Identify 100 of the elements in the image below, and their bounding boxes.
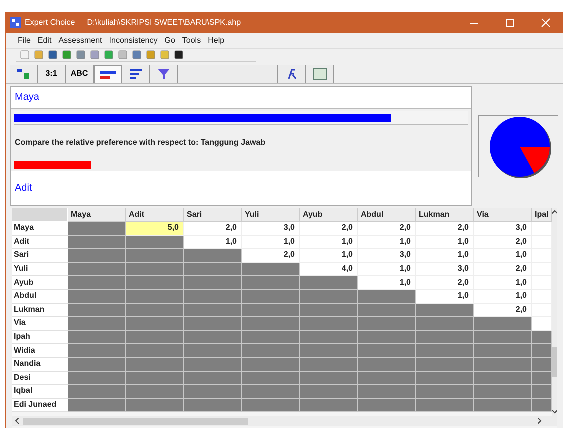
disabled-cell xyxy=(184,249,242,263)
menu-item[interactable]: Assessment xyxy=(58,34,102,46)
tab[interactable]: 3:1 xyxy=(38,65,66,83)
disabled-cell xyxy=(416,372,474,386)
table-cell[interactable]: 4,0 xyxy=(300,262,358,276)
table-cell[interactable]: 2,0 xyxy=(300,222,358,236)
scroll-up-icon[interactable] xyxy=(552,210,557,214)
disabled-cell xyxy=(68,317,126,331)
disabled-cell xyxy=(184,317,242,331)
disabled-cell xyxy=(358,344,416,358)
disabled-cell xyxy=(358,372,416,386)
row-header: Via xyxy=(12,317,68,331)
disabled-cell xyxy=(532,398,552,412)
tab[interactable]: ABC xyxy=(66,65,94,83)
table-cell[interactable]: 1,0 xyxy=(358,276,416,290)
table-cell[interactable]: 1,0 xyxy=(474,276,532,290)
table-cell[interactable]: 2,0 xyxy=(416,276,474,290)
table-cell[interactable]: 3,0 xyxy=(474,222,532,236)
vertical-scrollbar[interactable] xyxy=(552,208,557,416)
maximize-icon[interactable] xyxy=(505,18,515,28)
close-icon[interactable] xyxy=(541,18,551,28)
disabled-cell xyxy=(474,398,532,412)
column-header: Ipal xyxy=(532,208,552,222)
app-icon xyxy=(10,17,21,28)
window-title: D:\kuliah\SKRIPSI SWEET\BARU\SPK.ahp xyxy=(87,16,242,28)
row-header: Iqbal xyxy=(12,385,68,399)
disabled-cell xyxy=(474,385,532,399)
disabled-cell xyxy=(126,236,184,250)
table-cell[interactable]: 2,0 xyxy=(474,304,532,318)
scroll-right-icon[interactable] xyxy=(538,418,542,424)
tab[interactable] xyxy=(306,65,334,83)
tab[interactable] xyxy=(10,65,38,83)
disabled-cell xyxy=(68,344,126,358)
tab[interactable] xyxy=(150,65,178,83)
top-item-name: Maya xyxy=(15,91,40,105)
disabled-cell xyxy=(184,262,242,276)
funnel-icon xyxy=(158,69,170,79)
table-cell[interactable]: 1,0 xyxy=(358,262,416,276)
disabled-cell xyxy=(300,290,358,304)
table-cell[interactable]: 1,0 xyxy=(474,290,532,304)
table-cell[interactable]: 5,0 xyxy=(126,222,184,236)
menu-item[interactable]: Go xyxy=(164,34,176,46)
disabled-cell xyxy=(474,358,532,372)
disabled-cell xyxy=(416,385,474,399)
disabled-cell xyxy=(242,290,300,304)
disabled-cell xyxy=(358,385,416,399)
disabled-cell xyxy=(126,290,184,304)
table-cell[interactable]: 1,0 xyxy=(358,236,416,250)
menu-item[interactable]: Help xyxy=(208,34,225,46)
disabled-cell xyxy=(126,304,184,318)
table-cell[interactable]: 3,0 xyxy=(416,262,474,276)
disabled-cell xyxy=(242,304,300,318)
table-cell[interactable]: 1,0 xyxy=(300,249,358,263)
scroll-thumb[interactable] xyxy=(23,418,248,424)
disabled-cell xyxy=(474,372,532,386)
tab[interactable] xyxy=(94,65,122,83)
menu-item[interactable]: Edit xyxy=(38,34,52,46)
disabled-cell xyxy=(184,276,242,290)
scroll-left-icon[interactable] xyxy=(15,418,19,424)
table-cell[interactable]: 2,0 xyxy=(474,236,532,250)
disabled-cell xyxy=(68,222,126,236)
disabled-cell xyxy=(300,330,358,344)
scroll-thumb[interactable] xyxy=(552,347,557,377)
row-header: Widia xyxy=(12,344,68,358)
tab[interactable] xyxy=(278,65,306,83)
disabled-cell xyxy=(68,358,126,372)
table-cell[interactable]: 2,0 xyxy=(474,262,532,276)
table-cell[interactable]: 2,0 xyxy=(242,249,300,263)
table-cell[interactable]: 3,0 xyxy=(358,249,416,263)
menu-item[interactable]: Inconsistency xyxy=(109,34,158,46)
disabled-cell xyxy=(126,317,184,331)
disabled-cell xyxy=(358,358,416,372)
table-cell[interactable]: 1,0 xyxy=(242,236,300,250)
menu-item[interactable]: File xyxy=(18,34,31,46)
corner-header xyxy=(12,208,68,222)
tab[interactable] xyxy=(122,65,150,83)
table-cell[interactable]: 3,0 xyxy=(242,222,300,236)
disabled-cell xyxy=(300,344,358,358)
disabled-cell xyxy=(68,372,126,386)
table-cell[interactable]: 1,0 xyxy=(416,236,474,250)
column-header: Yuli xyxy=(242,208,300,222)
table-cell[interactable]: 1,0 xyxy=(416,290,474,304)
disabled-cell xyxy=(242,262,300,276)
table-cell[interactable]: 1,0 xyxy=(184,236,242,250)
table-cell[interactable]: 2,0 xyxy=(416,222,474,236)
disabled-cell xyxy=(474,317,532,331)
horizontal-scrollbar[interactable] xyxy=(12,416,557,426)
disabled-cell xyxy=(300,358,358,372)
row-header: Desi xyxy=(12,372,68,386)
table-cell[interactable]: 1,0 xyxy=(416,249,474,263)
table-cell[interactable]: 2,0 xyxy=(184,222,242,236)
disabled-cell xyxy=(68,330,126,344)
menu-item[interactable]: Tools xyxy=(182,34,202,46)
disabled-cell xyxy=(300,385,358,399)
table-cell[interactable]: 2,0 xyxy=(358,222,416,236)
table-cell[interactable]: 1,0 xyxy=(300,236,358,250)
column-header: Sari xyxy=(184,208,242,222)
table-cell[interactable]: 1,0 xyxy=(474,249,532,263)
scroll-down-icon[interactable] xyxy=(552,410,557,414)
disabled-cell xyxy=(358,304,416,318)
